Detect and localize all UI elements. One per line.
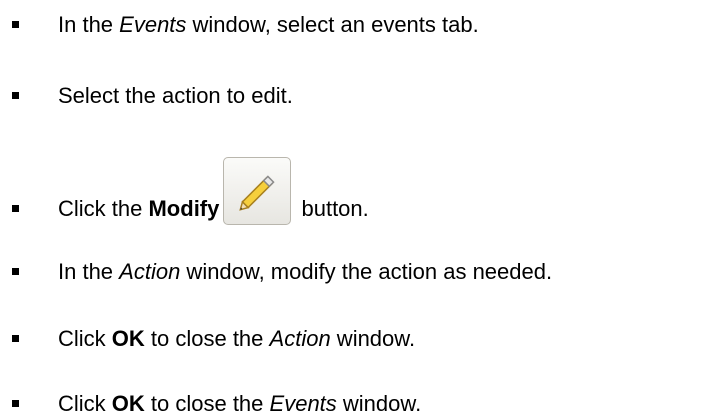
step-text: In the Action window, modify the action … — [58, 257, 552, 287]
step-text: Select the action to edit. — [58, 81, 293, 111]
step-1-window-name: Events — [119, 12, 187, 37]
instruction-step-6: Click OK to close the Events window. — [0, 389, 718, 419]
step-text: Click OK to close the Action window. — [58, 324, 415, 354]
step-3-post: button. — [295, 196, 369, 221]
step-text: Click the Modify button. — [58, 157, 369, 225]
step-6-pre: Click — [58, 391, 112, 416]
instruction-step-4: In the Action window, modify the action … — [0, 257, 718, 287]
bullet-icon — [12, 400, 19, 407]
pencil-icon — [239, 175, 275, 211]
step-5-mid: to close the — [144, 326, 270, 351]
step-5-pre: Click — [58, 326, 112, 351]
step-3-pre: Click the — [58, 196, 149, 221]
step-5-window-name: Action — [269, 326, 331, 351]
step-1-post: window, select an events tab. — [186, 12, 479, 37]
bullet-icon — [12, 268, 19, 275]
step-4-pre: In the — [58, 259, 120, 284]
step-6-button-name: OK — [111, 391, 145, 416]
step-6-window-name: Events — [269, 391, 337, 416]
step-6-post: window. — [336, 391, 422, 416]
modify-button[interactable] — [223, 157, 292, 225]
instruction-step-2: Select the action to edit. — [0, 81, 718, 111]
step-4-window-name: Action — [119, 259, 181, 284]
instruction-step-3: Click the Modify button. — [0, 157, 718, 225]
bullet-icon — [12, 92, 19, 99]
step-1-pre: In the — [58, 12, 120, 37]
bullet-icon — [12, 205, 19, 212]
instruction-step-1: In the Events window, select an events t… — [0, 10, 718, 40]
step-4-post: window, modify the action as needed. — [180, 259, 553, 284]
instruction-step-5: Click OK to close the Action window. — [0, 324, 718, 354]
bullet-icon — [12, 335, 19, 342]
step-5-button-name: OK — [111, 326, 145, 351]
step-5-post: window. — [330, 326, 416, 351]
bullet-icon — [12, 21, 19, 28]
step-2-text: Select the action to edit. — [58, 83, 293, 108]
step-6-mid: to close the — [144, 391, 270, 416]
step-text: In the Events window, select an events t… — [58, 10, 479, 40]
step-text: Click OK to close the Events window. — [58, 389, 421, 419]
step-3-button-name: Modify — [148, 196, 220, 221]
